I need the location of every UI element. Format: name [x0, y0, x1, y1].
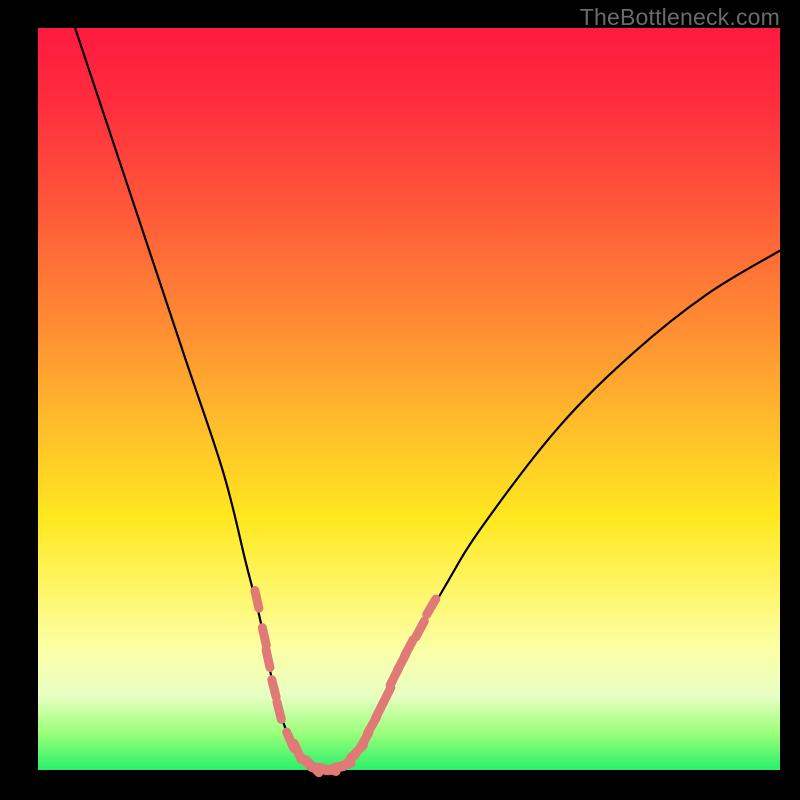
data-marker: [383, 688, 391, 704]
bottleneck-curve: [75, 28, 780, 771]
curve-layer: [38, 28, 780, 770]
data-marker: [255, 591, 259, 609]
data-marker: [266, 650, 270, 668]
data-markers: [255, 591, 436, 773]
data-marker: [272, 680, 276, 697]
data-marker: [405, 640, 413, 656]
data-marker: [277, 702, 281, 719]
plot-area: [38, 28, 780, 770]
chart-frame: TheBottleneck.com: [0, 0, 800, 800]
data-marker: [262, 628, 266, 646]
data-marker: [427, 599, 436, 615]
watermark-text: TheBottleneck.com: [580, 4, 780, 31]
data-marker: [416, 621, 424, 637]
